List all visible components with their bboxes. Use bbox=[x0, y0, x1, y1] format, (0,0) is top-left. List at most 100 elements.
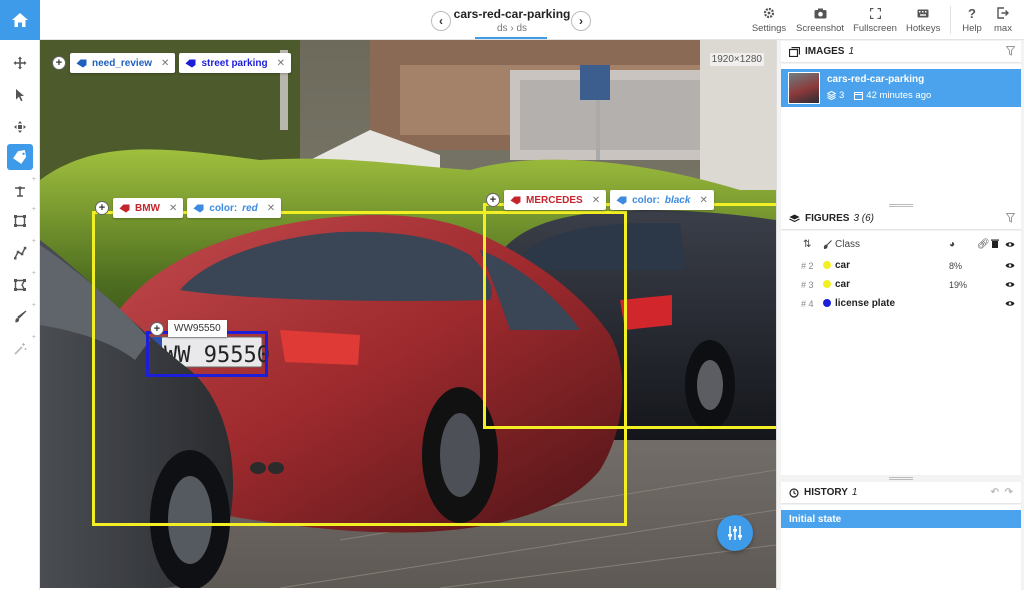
filter-icon[interactable] bbox=[1005, 46, 1016, 56]
tag-mercedes[interactable]: MERCEDES ✕ bbox=[504, 190, 607, 210]
figure-area: 19% bbox=[949, 279, 968, 290]
remove-tag-icon[interactable]: ✕ bbox=[267, 203, 275, 214]
chevron-left-icon: ‹ bbox=[439, 14, 443, 28]
figures-table-header: ⇅ Class ◕ 🔗︎ bbox=[781, 235, 1021, 255]
figures-title: FIGURES bbox=[805, 213, 850, 224]
redo-icon[interactable]: ↷ bbox=[1005, 487, 1013, 498]
rectangle-tool[interactable]: + bbox=[7, 206, 36, 234]
image-updated-time: 42 minutes ago bbox=[866, 90, 932, 101]
trash-icon[interactable] bbox=[991, 239, 999, 251]
page-title: cars-red-car-parking bbox=[453, 7, 571, 21]
remove-tag-icon[interactable]: ✕ bbox=[161, 58, 169, 69]
next-image-button[interactable]: › bbox=[571, 11, 591, 31]
class-column-header[interactable]: Class bbox=[835, 239, 860, 250]
drag-icon bbox=[14, 121, 26, 133]
polyline-tool[interactable]: + bbox=[7, 238, 36, 266]
tag-need-review[interactable]: need_review ✕ bbox=[70, 53, 176, 73]
select-tool[interactable] bbox=[7, 82, 33, 108]
move-tool[interactable] bbox=[7, 50, 33, 76]
undo-icon[interactable]: ↶ bbox=[991, 487, 999, 498]
screenshot-button[interactable]: Screenshot bbox=[796, 6, 844, 34]
camera-icon bbox=[814, 8, 826, 18]
bbox-license-plate[interactable] bbox=[146, 331, 268, 377]
smart-tool[interactable]: + bbox=[7, 334, 36, 362]
figures-count: 3 (6) bbox=[853, 213, 875, 224]
plus-icon: + bbox=[98, 202, 106, 214]
plus-icon: + bbox=[489, 194, 497, 206]
fullscreen-button[interactable]: Fullscreen bbox=[853, 6, 897, 34]
plus-icon: + bbox=[31, 302, 36, 309]
image-adjust-button[interactable] bbox=[717, 515, 753, 551]
eye-icon[interactable] bbox=[1005, 299, 1015, 310]
figures-section-header: FIGURES 3 (6) bbox=[781, 208, 1021, 230]
add-object-tag-button[interactable]: + bbox=[486, 193, 500, 207]
settings-label: Settings bbox=[751, 23, 787, 34]
figure-row[interactable]: # 3 car 19% bbox=[781, 275, 1021, 294]
eye-icon[interactable] bbox=[1005, 280, 1015, 291]
resize-handle[interactable] bbox=[889, 477, 913, 480]
annotation-canvas[interactable]: WW 95550 1920×1280 + need_review ✕ stree… bbox=[40, 40, 776, 588]
add-image-tag-button[interactable]: + bbox=[52, 56, 66, 70]
figure-row[interactable]: # 4 license plate bbox=[781, 294, 1021, 313]
sort-icon[interactable]: ⇅ bbox=[803, 239, 811, 250]
eye-icon[interactable] bbox=[1005, 240, 1015, 251]
class-color-dot bbox=[823, 299, 831, 307]
figure-row[interactable]: # 2 car 8% bbox=[781, 256, 1021, 275]
filter-icon[interactable] bbox=[1005, 213, 1016, 223]
tag-key: color: bbox=[632, 194, 660, 206]
sliders-icon bbox=[728, 526, 742, 540]
remove-tag-icon[interactable]: ✕ bbox=[592, 195, 600, 206]
brush-tool[interactable]: + bbox=[7, 302, 36, 330]
link-icon[interactable]: 🔗︎ bbox=[977, 239, 990, 250]
chevron-right-icon: › bbox=[579, 14, 583, 28]
keyboard-icon bbox=[917, 9, 929, 17]
add-object-tag-button[interactable]: + bbox=[95, 201, 109, 215]
tag-street-parking[interactable]: street parking ✕ bbox=[179, 53, 291, 73]
tag-bmw[interactable]: BMW ✕ bbox=[113, 198, 184, 218]
hotkeys-button[interactable]: Hotkeys bbox=[906, 6, 940, 34]
remove-tag-icon[interactable]: ✕ bbox=[277, 58, 285, 69]
plate-value[interactable]: WW95550 bbox=[168, 320, 227, 337]
drag-tool[interactable] bbox=[7, 114, 33, 140]
tag-label: MERCEDES bbox=[526, 194, 583, 206]
help-icon: ? bbox=[968, 5, 976, 21]
breadcrumb: ds › ds bbox=[452, 23, 572, 34]
point-tool[interactable]: + bbox=[7, 176, 36, 204]
tag-tool[interactable] bbox=[7, 144, 33, 170]
brush-icon bbox=[823, 240, 832, 249]
tag-color-black[interactable]: color: black ✕ bbox=[610, 190, 714, 210]
plus-icon: + bbox=[55, 57, 63, 69]
breadcrumb-dataset[interactable]: ds bbox=[497, 23, 508, 34]
remove-tag-icon[interactable]: ✕ bbox=[169, 203, 177, 214]
bbox-mercedes[interactable] bbox=[483, 203, 776, 429]
breadcrumb-project[interactable]: ds bbox=[516, 23, 527, 34]
prev-image-button[interactable]: ‹ bbox=[431, 11, 451, 31]
help-button[interactable]: ? Help bbox=[960, 5, 984, 35]
user-menu-button[interactable]: max bbox=[990, 6, 1016, 34]
plate-label: + WW95550 bbox=[150, 320, 227, 337]
eye-icon[interactable] bbox=[1005, 261, 1015, 272]
tag-label: BMW bbox=[135, 202, 160, 214]
tag-icon bbox=[616, 196, 627, 204]
tag-color-red[interactable]: color: red ✕ bbox=[187, 198, 282, 218]
image-thumbnail bbox=[788, 72, 820, 104]
image-name: cars-red-car-parking bbox=[827, 74, 925, 85]
tag-key: color: bbox=[209, 202, 238, 214]
gear-icon bbox=[763, 7, 775, 19]
home-button[interactable] bbox=[0, 0, 40, 40]
polygon-icon bbox=[14, 279, 26, 291]
top-bar: ‹ cars-red-car-parking ds › ds › Setting… bbox=[0, 0, 1024, 40]
tag-icon bbox=[185, 59, 196, 67]
add-object-tag-button[interactable]: + bbox=[150, 321, 164, 336]
mercedes-tags: + MERCEDES ✕ color: black ✕ bbox=[486, 190, 714, 210]
remove-tag-icon[interactable]: ✕ bbox=[699, 195, 707, 206]
history-item[interactable]: Initial state bbox=[781, 510, 1021, 528]
polygon-tool[interactable]: + bbox=[7, 270, 36, 298]
class-color-dot bbox=[823, 261, 831, 269]
resize-handle[interactable] bbox=[889, 204, 913, 207]
figure-id: # 3 bbox=[801, 279, 814, 290]
figure-id: # 4 bbox=[801, 298, 814, 309]
settings-button[interactable]: Settings bbox=[750, 6, 788, 34]
plus-icon: + bbox=[31, 270, 36, 277]
image-list-item[interactable]: cars-red-car-parking 3 42 minutes ago bbox=[781, 69, 1021, 107]
